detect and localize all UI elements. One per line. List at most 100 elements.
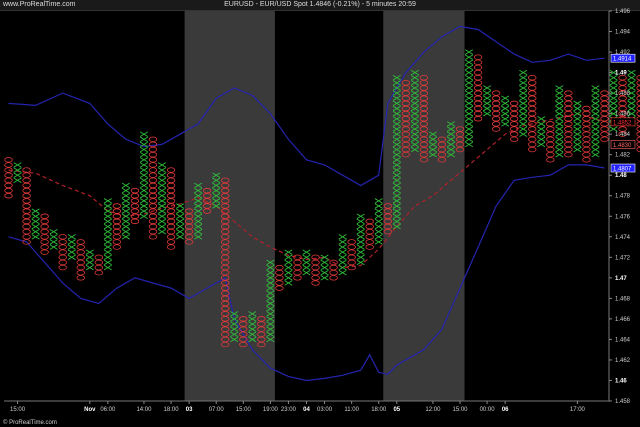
time-tick-label: 17:00 [570,407,586,413]
o-box [40,239,49,245]
o-box [58,254,67,261]
x-box [555,90,564,96]
o-box [22,203,31,209]
x-box [121,218,130,225]
o-box [112,239,122,245]
x-box [465,136,474,142]
o-box [148,193,158,199]
x-box [573,136,582,142]
x-box [356,249,365,255]
x-column-9 [85,249,94,271]
o-box [58,249,67,255]
o-box [564,110,573,117]
o-box [473,69,483,76]
x-column-11 [103,198,112,271]
time-tick-label: 14:00 [136,407,152,413]
o-box [347,244,356,250]
x-box [573,100,582,107]
o-box [546,141,555,148]
x-box [519,85,528,91]
o-box [365,228,374,235]
x-box [31,228,40,235]
x-box [139,193,148,199]
x-box [176,218,185,225]
x-box [591,110,600,117]
x-column-33 [302,249,311,276]
o-box [600,100,609,107]
time-tick-label: 03 [186,407,193,413]
o-box [148,218,158,225]
x-box [555,151,564,158]
x-box [519,100,528,107]
o-box [166,213,176,219]
o-box [166,208,176,214]
x-box [374,234,383,240]
x-box [465,85,474,91]
x-box [356,218,365,225]
o-column-56 [509,100,519,142]
o-box [112,208,122,214]
x-box [555,146,564,153]
x-box [157,223,167,230]
o-box [582,110,591,117]
x-box [157,208,167,214]
o-column-18 [166,167,176,250]
price-tick-label: 1.464 [615,337,631,343]
o-box [148,162,158,168]
o-box [22,198,31,204]
o-box [564,141,573,148]
x-box [85,254,94,261]
price-tick-label: 1.478 [615,194,631,200]
o-box [112,223,122,230]
price-tag-label: 1.4830 [613,143,632,149]
price-tick-label: 1.46 [615,378,627,384]
o-box [564,126,573,132]
x-box [338,239,347,245]
o-box [582,146,591,153]
x-box [374,223,383,230]
time-tick-label: 15:00 [236,407,252,413]
x-box [356,259,365,266]
o-box [473,80,483,86]
o-box [582,157,591,163]
price-tag-label: 1.4852 [613,120,632,126]
o-column-0 [4,157,13,199]
x-box [121,213,130,219]
o-box [528,100,537,107]
x-box [519,90,528,96]
o-box [22,177,31,184]
o-box [365,218,374,225]
o-box [528,116,537,122]
o-column-64 [582,105,591,163]
x-box [356,254,365,261]
o-box [166,223,176,230]
o-box [76,275,85,281]
o-box [148,234,158,240]
o-box [365,223,374,230]
x-box [465,75,474,81]
o-box [491,126,501,132]
o-box [600,90,609,96]
o-box [491,90,501,96]
o-box [509,136,519,142]
o-box [275,280,284,286]
o-box [600,95,609,101]
o-column-38 [347,239,356,271]
x-box [121,223,130,230]
x-box [483,110,492,117]
x-column-35 [320,254,329,281]
o-box [347,254,356,261]
x-box [103,223,112,230]
x-box [31,223,40,230]
x-box [465,64,474,71]
x-box [157,167,167,173]
x-box [519,126,528,132]
x-box [465,126,474,132]
x-box [465,49,474,55]
pnf-chart[interactable]: 1.458 1.46 1.462 1.464 1.466 1.468 1.47 1.472 1.… [0,0,640,427]
o-box [329,270,338,276]
x-box [591,85,600,91]
x-column-1 [13,162,22,184]
x-box [103,239,112,245]
time-tick-label: 03:00 [317,407,333,413]
